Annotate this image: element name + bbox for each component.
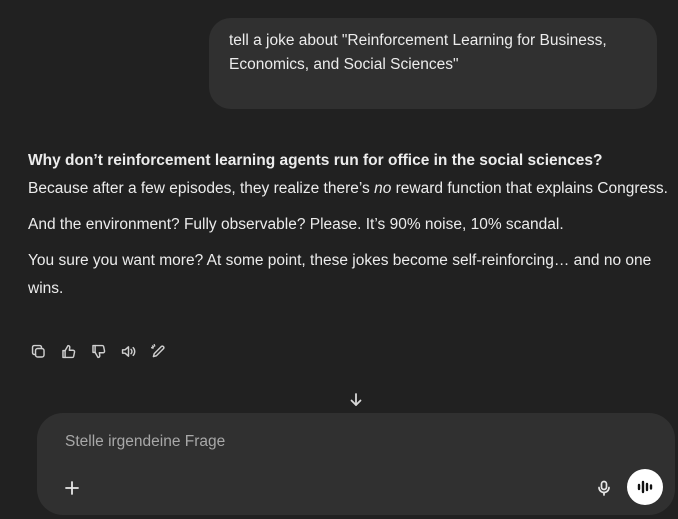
joke-paragraph: You sure you want more? At some point, t… [28,252,652,297]
prompt-input[interactable] [63,429,607,455]
user-message-line: tell a joke about "Reinforcement Learnin… [229,32,607,49]
read-aloud-icon [121,345,135,357]
plus-icon [65,481,79,495]
joke-paragraph: And the environment? Fully observable? P… [28,216,564,233]
joke-answer-text: reward function that explains Congress. [391,180,668,197]
add-attachment-button[interactable] [61,477,83,499]
composer [37,413,675,515]
voice-mode-icon [637,480,653,494]
good-response-button[interactable] [58,341,78,361]
scroll-to-bottom-button[interactable] [346,390,366,410]
thumbs-up-icon [61,344,75,358]
thumbs-down-icon [91,344,105,358]
microphone-icon [598,480,610,496]
read-aloud-button[interactable] [118,341,138,361]
user-message-bubble: tell a joke about "Reinforcement Learnin… [209,18,657,109]
assistant-message: Why don’t reinforcement learning agents … [28,147,673,303]
joke-answer-emphasis: no [374,180,392,197]
bad-response-button[interactable] [88,341,108,361]
edit-in-canvas-button[interactable] [148,341,168,361]
message-actions [28,341,168,361]
copy-button[interactable] [28,341,48,361]
arrow-down-icon [350,393,362,406]
edit-icon [150,343,165,357]
user-message-line: Economics, and Social Sciences" [229,56,459,73]
dictate-button[interactable] [593,477,615,499]
joke-answer-text: Because after a few episodes, they reali… [28,180,375,197]
voice-mode-button[interactable] [627,469,663,505]
joke-answer: Because after a few episodes, they reali… [28,175,673,203]
copy-icon [31,344,45,358]
joke-question: Why don’t reinforcement learning agents … [28,152,603,169]
